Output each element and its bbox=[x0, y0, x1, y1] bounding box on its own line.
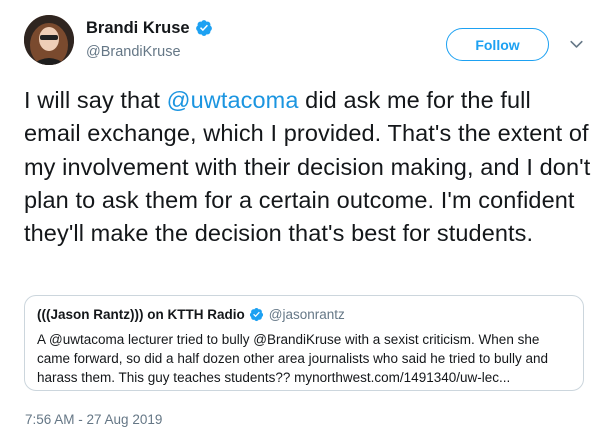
quoted-tweet-text: A @uwtacoma lecturer tried to bully @Bra… bbox=[37, 332, 549, 385]
tweet-text: I will say that @uwtacoma did ask me for… bbox=[24, 84, 592, 250]
quoted-tweet-header: (((Jason Rantz))) on KTTH Radio @jasonra… bbox=[37, 306, 571, 323]
follow-button[interactable]: Follow bbox=[446, 28, 549, 61]
author-info: Brandi Kruse @BrandiKruse bbox=[86, 18, 213, 61]
verified-badge-icon bbox=[249, 307, 264, 322]
mention-link[interactable]: @uwtacoma bbox=[167, 87, 299, 113]
quoted-author-handle: @jasonrantz bbox=[268, 307, 345, 322]
tweet-text-start: I will say that bbox=[24, 87, 167, 113]
verified-badge-icon bbox=[195, 19, 213, 37]
quoted-author-name: (((Jason Rantz))) on KTTH Radio bbox=[37, 307, 245, 322]
author-handle[interactable]: @BrandiKruse bbox=[86, 43, 213, 61]
author-display-name[interactable]: Brandi Kruse bbox=[86, 18, 190, 38]
quoted-tweet[interactable]: (((Jason Rantz))) on KTTH Radio @jasonra… bbox=[24, 295, 584, 391]
chevron-down-icon[interactable] bbox=[568, 37, 584, 51]
tweet-timestamp[interactable]: 7:56 AM - 27 Aug 2019 bbox=[25, 412, 162, 428]
tweet-card: Brandi Kruse @BrandiKruse Follow I will … bbox=[0, 0, 609, 436]
author-avatar[interactable] bbox=[24, 15, 74, 65]
author-name-row: Brandi Kruse bbox=[86, 18, 213, 38]
